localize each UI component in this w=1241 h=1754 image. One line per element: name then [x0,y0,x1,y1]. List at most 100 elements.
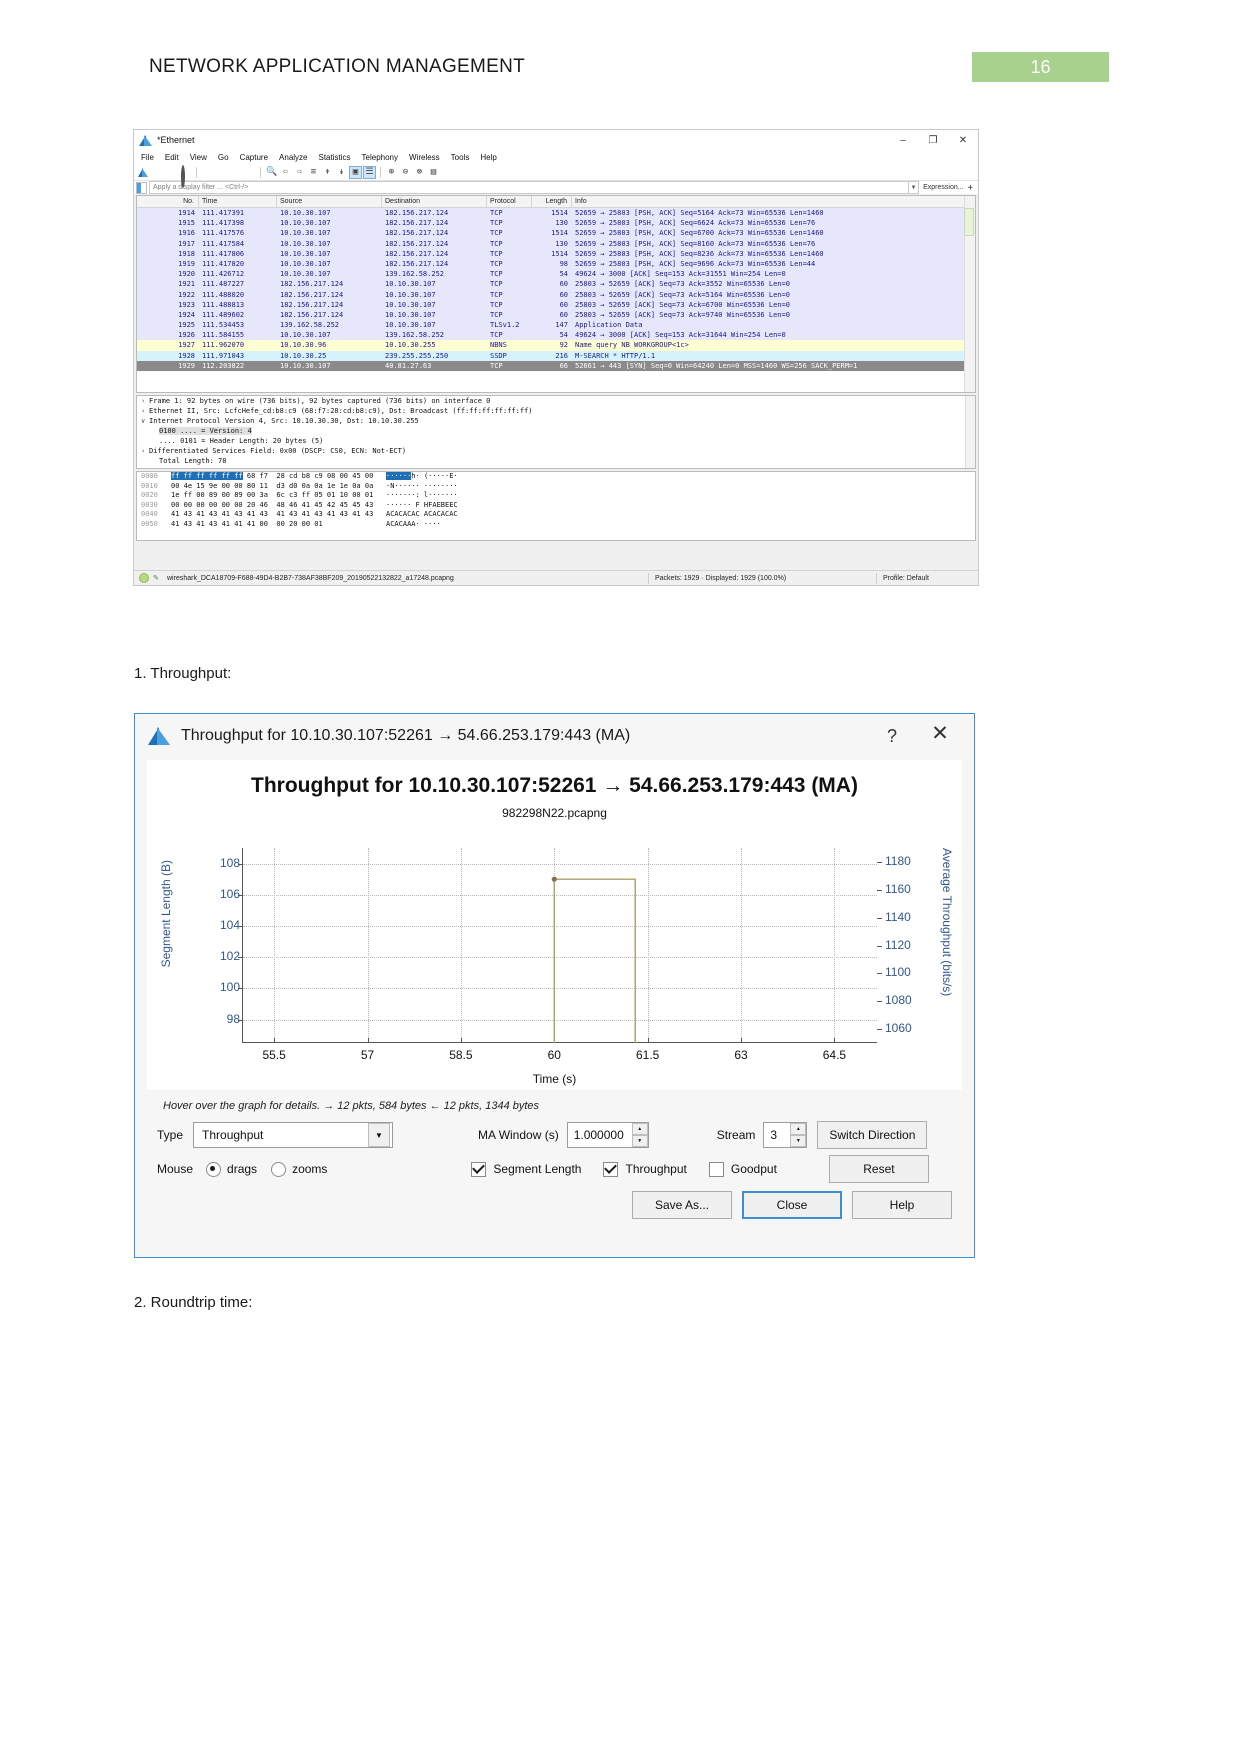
close-button[interactable]: Close [742,1191,842,1219]
mouse-drags-radio[interactable] [206,1161,222,1177]
chevron-down-icon[interactable]: › [141,396,149,406]
packet-detail-scrollbar[interactable] [965,396,975,468]
table-row[interactable]: 1917 111.417584 10.10.30.107 182.156.217.12… [137,238,975,249]
display-filter-input[interactable]: Apply a display filter ... <Ctrl-/> [149,181,910,194]
help-icon[interactable]: ? [882,726,902,747]
detail-tree-item[interactable]: Total Length: 78 [137,456,975,466]
column-header-info[interactable]: Info [572,196,975,207]
colorize-packets-icon[interactable]: ▣ [349,165,362,179]
plot-canvas[interactable]: 55.5 57 58.5 60 61.5 63 64.5 98 100 102 104 106 108 1… [220,848,912,1062]
table-row[interactable]: 1920 111.426712 10.10.30.107 139.162.58.252… [137,269,975,280]
menu-edit[interactable]: Edit [165,153,179,162]
hex-dump-row[interactable]: 0040 41 43 41 43 41 43 41 43 41 43 41 43 … [137,510,975,520]
mouse-zooms-radio[interactable] [271,1161,287,1177]
stream-stepper[interactable]: 3 ▲ ▼ [763,1122,808,1148]
stream-spin-buttons[interactable]: ▲ ▼ [790,1123,807,1147]
spin-down-icon[interactable]: ▼ [631,1135,648,1147]
packet-detail-pane[interactable]: › Frame 1: 92 bytes on wire (736 bits), 9… [136,395,976,469]
zoom-reset-icon[interactable]: ⊗ [414,167,425,178]
table-row[interactable]: 1927 111.962070 10.10.30.96 10.10.30.255 NBN… [137,340,975,351]
filter-expression-button[interactable]: Expression... [919,184,967,191]
type-select[interactable]: Throughput ▼ [193,1122,394,1148]
menu-telephony[interactable]: Telephony [362,153,398,162]
goodput-label[interactable]: Goodput [731,1162,777,1176]
segment-length-checkbox[interactable] [471,1161,487,1177]
detail-tree-item[interactable]: › Ethernet II, Src: LcfcHefe_cd:b8:c9 (68… [137,406,975,416]
table-row[interactable]: 1918 111.417806 10.10.30.107 182.156.217.12… [137,248,975,259]
throughput-checkbox[interactable] [603,1161,619,1177]
go-forward-icon[interactable]: ⇨ [294,167,305,178]
detail-tree-item[interactable]: .... 0101 = Header Length: 20 bytes (5) [137,436,975,446]
segment-length-label[interactable]: Segment Length [493,1162,581,1176]
goodput-checkbox[interactable] [708,1161,724,1177]
detail-tree-item[interactable]: 0100 .... = Version: 4 [137,426,975,436]
filter-add-button[interactable]: + [968,183,976,193]
table-row[interactable]: 1923 111.488813 182.156.217.124 10.10.30.10… [137,299,975,310]
spin-up-icon[interactable]: ▲ [631,1123,648,1135]
table-row[interactable]: 1922 111.488020 182.156.217.124 10.10.30.10… [137,289,975,300]
menu-tools[interactable]: Tools [451,153,470,162]
capture-comment-icon[interactable]: ✎ [153,574,162,583]
table-row[interactable]: 1929 112.203822 10.10.30.107 40.81.27.63 TCP… [137,360,975,371]
column-header-no[interactable]: No. [137,196,199,207]
chevron-down-icon[interactable]: ▼ [368,1123,391,1147]
start-capture-icon[interactable] [138,167,149,178]
menu-wireless[interactable]: Wireless [409,153,440,162]
detail-tree-item[interactable]: ∨ Internet Protocol Version 4, Src: 10.10… [137,416,975,426]
switch-direction-button[interactable]: Switch Direction [817,1121,928,1149]
column-header-length[interactable]: Length [532,196,572,207]
table-row[interactable]: 1926 111.584155 10.10.30.107 139.162.58.252… [137,330,975,341]
table-row[interactable]: 1928 111.971043 10.10.30.25 239.255.255.250… [137,350,975,361]
chevron-down-icon[interactable]: › [141,446,149,456]
spin-down-icon[interactable]: ▼ [790,1135,807,1147]
help-button[interactable]: Help [852,1191,952,1219]
status-profile[interactable]: Profile: Default [883,575,978,582]
packet-bytes-pane[interactable]: 0000 ff ff ff ff ff ff 68 f7 28 cd b8 c9 … [136,471,976,541]
close-icon[interactable]: ✕ [930,723,950,744]
menu-view[interactable]: View [190,153,207,162]
packet-list-scrollbar[interactable] [964,196,975,392]
zoom-in-icon[interactable]: ⊕ [386,167,397,178]
column-header-destination[interactable]: Destination [382,196,487,207]
hex-dump-row[interactable]: 0010 00 4e 15 9e 00 00 80 11 d3 d0 0a 0a … [137,482,975,492]
go-to-last-icon[interactable]: ↡ [336,167,347,178]
auto-scroll-icon[interactable]: ☰ [363,165,376,179]
filter-bookmark-icon[interactable] [136,181,147,194]
minimize-icon[interactable]: – [888,130,918,150]
chevron-down-icon[interactable]: › [141,406,149,416]
filter-history-chevron-down-icon[interactable]: ▼ [909,181,920,194]
chevron-down-icon[interactable]: ∨ [141,416,149,426]
go-to-packet-icon[interactable]: ≡ [308,167,319,178]
column-header-protocol[interactable]: Protocol [487,196,532,207]
packet-list-pane[interactable]: No. Time Source Destination Protocol Len… [136,195,976,393]
detail-tree-item[interactable]: › Differentiated Services Field: 0x00 (DS… [137,446,975,456]
ma-window-spin-buttons[interactable]: ▲ ▼ [631,1123,648,1147]
menu-statistics[interactable]: Statistics [319,153,351,162]
detail-tree-item[interactable]: › Frame 1: 92 bytes on wire (736 bits), 9… [137,396,975,406]
table-row[interactable]: 1919 111.417820 10.10.30.107 182.156.217.12… [137,258,975,270]
hex-dump-row[interactable]: 0020 1e ff 00 89 00 89 00 3a 6c c3 ff 05 … [137,491,975,501]
mouse-drags-label[interactable]: drags [227,1162,257,1176]
throughput-plot[interactable]: Throughput for 10.10.30.107:52261 → 54.6… [147,760,962,1090]
table-row[interactable]: 1925 111.534453 139.162.58.252 10.10.30.107… [137,320,975,331]
throughput-label[interactable]: Throughput [625,1162,686,1176]
close-icon[interactable]: ✕ [948,130,978,150]
table-row[interactable]: 1914 111.417391 10.10.30.107 182.156.217.12… [137,208,975,219]
packet-list-scroll-thumb[interactable] [964,208,974,236]
menu-go[interactable]: Go [218,153,229,162]
save-as-button[interactable]: Save As... [632,1191,732,1219]
data-point-marker[interactable] [551,876,557,882]
table-row[interactable]: 1921 111.487227 182.156.217.124 10.10.30.10… [137,279,975,290]
zoom-out-icon[interactable]: ⊖ [400,167,411,178]
hex-dump-row[interactable]: 0050 41 43 41 43 41 41 41 00 00 20 00 01 A… [137,520,975,530]
menu-analyze[interactable]: Analyze [279,153,307,162]
table-row[interactable]: 1924 111.489602 182.156.217.124 10.10.30.10… [137,309,975,321]
column-header-source[interactable]: Source [277,196,382,207]
table-row[interactable]: 1916 111.417576 10.10.30.107 182.156.217.12… [137,228,975,239]
mouse-zooms-label[interactable]: zooms [292,1162,327,1176]
menu-help[interactable]: Help [480,153,496,162]
reset-button[interactable]: Reset [828,1155,929,1183]
find-packet-icon[interactable]: 🔍 [266,167,277,178]
menu-file[interactable]: File [141,153,154,162]
column-header-time[interactable]: Time [199,196,277,207]
